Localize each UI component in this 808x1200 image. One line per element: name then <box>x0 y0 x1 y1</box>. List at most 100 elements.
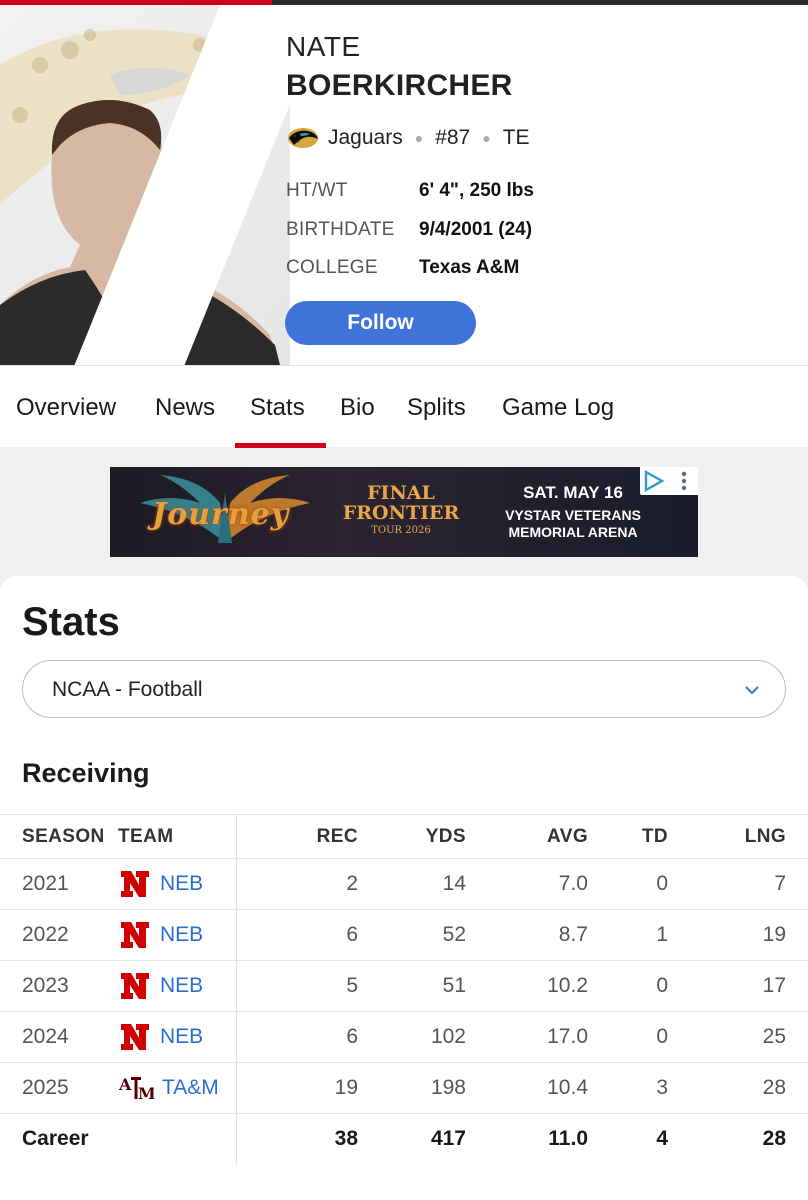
avg-cell: 10.4 <box>466 1062 588 1114</box>
column-header-avg[interactable]: AVG <box>466 814 588 859</box>
td-cell: 1 <box>588 909 668 961</box>
yds-cell: 198 <box>358 1062 466 1114</box>
active-tab-indicator <box>235 443 326 448</box>
career-yds: 417 <box>430 1127 466 1151</box>
team-abbr-link[interactable]: NEB <box>160 1025 203 1049</box>
ad-title: FINAL FRONTIER <box>342 482 460 524</box>
team-abbr-link[interactable]: NEB <box>160 923 203 947</box>
info-label: HT/WT <box>286 180 348 201</box>
tab-news[interactable]: News <box>155 394 215 422</box>
follow-button[interactable]: Follow <box>285 301 476 345</box>
column-header-td[interactable]: TD <box>588 814 668 859</box>
nebraska-logo-icon <box>121 871 149 897</box>
rec-cell: 6 <box>236 1011 358 1063</box>
lng-cell: 17 <box>668 960 808 1012</box>
team-cell[interactable]: NEB <box>118 1011 237 1063</box>
info-label: COLLEGE <box>286 257 378 278</box>
ad-logo-text: Journey <box>152 497 290 532</box>
team-cell[interactable]: NEB <box>118 858 237 910</box>
table-row: 2022 NEB 6 52 8.7 1 19 <box>0 909 808 961</box>
lng-cell: 7 <box>668 858 808 910</box>
team-name-link[interactable]: Jaguars <box>328 126 403 150</box>
yds-cell: 51 <box>358 960 466 1012</box>
table-row: 2023 NEB 5 51 10.2 0 17 <box>0 960 808 1012</box>
ad-date: SAT. MAY 16 <box>523 483 623 502</box>
team-abbr-link[interactable]: NEB <box>160 872 203 896</box>
tab-overview[interactable]: Overview <box>16 394 116 422</box>
receiving-section-title: Receiving <box>22 758 150 788</box>
league-select-value: NCAA - Football <box>52 678 203 701</box>
avg-cell: 7.0 <box>466 858 588 910</box>
lng-cell: 25 <box>668 1011 808 1063</box>
table-header-row: SEASON TEAM REC YDS AVG TD LNG <box>0 814 808 859</box>
ad-subtitle: TOUR 2026 <box>371 525 431 536</box>
info-value: 9/4/2001 (24) <box>419 219 533 240</box>
column-header-rec[interactable]: REC <box>236 814 358 859</box>
tab-bio[interactable]: Bio <box>340 394 375 422</box>
info-label: BIRTHDATE <box>286 219 395 240</box>
column-header-team[interactable]: TEAM <box>118 814 237 859</box>
svg-text:A: A <box>118 1075 132 1094</box>
avg-cell: 10.2 <box>466 960 588 1012</box>
avg-cell: 8.7 <box>466 909 588 961</box>
lng-cell: 19 <box>668 909 808 961</box>
career-team-cell <box>118 1113 237 1165</box>
team-cell[interactable]: NEB <box>118 909 237 961</box>
jaguars-logo-icon[interactable] <box>286 125 320 151</box>
player-last-name: BOERKIRCHER <box>286 69 513 102</box>
season-cell: 2023 <box>0 960 118 1012</box>
receiving-stats-table: SEASON TEAM REC YDS AVG TD LNG 2021 NEB 2 1… <box>0 814 808 1165</box>
season-cell: 2021 <box>0 858 118 910</box>
stats-card: Stats NCAA - Football Receiving SEASON T… <box>0 576 808 1200</box>
tab-game-log[interactable]: Game Log <box>502 394 614 422</box>
jersey-number: #87 <box>435 126 471 149</box>
yds-cell: 14 <box>358 858 466 910</box>
td-cell: 3 <box>588 1062 668 1114</box>
ad-venue: VYSTAR VETERANS MEMORIAL ARENA <box>505 507 641 540</box>
texas-am-logo-icon: AM <box>118 1075 154 1103</box>
td-cell: 0 <box>588 960 668 1012</box>
season-cell: 2025 <box>0 1062 118 1114</box>
player-headshot <box>0 5 290 365</box>
tab-stats[interactable]: Stats <box>250 394 305 422</box>
avg-cell: 17.0 <box>466 1011 588 1063</box>
yds-cell: 102 <box>358 1011 466 1063</box>
career-td: 4 <box>656 1127 668 1151</box>
career-label: Career <box>22 1127 89 1151</box>
player-header: NATE BOERKIRCHER Jaguars ● #87 ● TE HT/W… <box>0 5 808 365</box>
nebraska-logo-icon <box>121 973 149 999</box>
column-header-yds[interactable]: YDS <box>358 814 466 859</box>
team-abbr-link[interactable]: TA&M <box>162 1076 219 1100</box>
player-position: TE <box>502 126 530 149</box>
league-select[interactable]: NCAA - Football <box>22 660 786 718</box>
rec-cell: 2 <box>236 858 358 910</box>
column-header-season[interactable]: SEASON <box>0 814 118 859</box>
td-cell: 0 <box>588 858 668 910</box>
career-lng: 28 <box>762 1127 786 1151</box>
team-cell[interactable]: NEB <box>118 960 237 1012</box>
advertisement-banner[interactable]: Journey FINAL FRONTIER TOUR 2026 SAT. MA… <box>110 467 698 557</box>
td-cell: 0 <box>588 1011 668 1063</box>
info-value: Texas A&M <box>419 257 520 278</box>
career-totals-row: Career 38 417 11.0 4 28 <box>0 1113 808 1165</box>
lng-cell: 28 <box>668 1062 808 1114</box>
nebraska-logo-icon <box>121 922 149 948</box>
yds-cell: 52 <box>358 909 466 961</box>
rec-cell: 5 <box>236 960 358 1012</box>
adchoices-icon[interactable] <box>640 467 698 495</box>
season-cell: 2022 <box>0 909 118 961</box>
season-cell: 2024 <box>0 1011 118 1063</box>
column-header-lng[interactable]: LNG <box>668 814 808 859</box>
team-cell[interactable]: A M TA&M <box>118 1062 237 1114</box>
player-first-name: NATE <box>286 31 361 62</box>
tab-splits[interactable]: Splits <box>407 394 466 422</box>
svg-text:M: M <box>138 1084 154 1103</box>
stats-title: Stats <box>22 600 120 644</box>
career-rec: 38 <box>334 1127 358 1151</box>
info-value: 6' 4", 250 lbs <box>419 180 534 201</box>
table-row: 2021 NEB 2 14 7.0 0 7 <box>0 858 808 910</box>
team-abbr-link[interactable]: NEB <box>160 974 203 998</box>
table-row: 2025 A M TA&M 19 198 10.4 3 28 <box>0 1062 808 1114</box>
rec-cell: 6 <box>236 909 358 961</box>
player-tabs: Overview News Stats Bio Splits Game Log <box>0 365 808 448</box>
